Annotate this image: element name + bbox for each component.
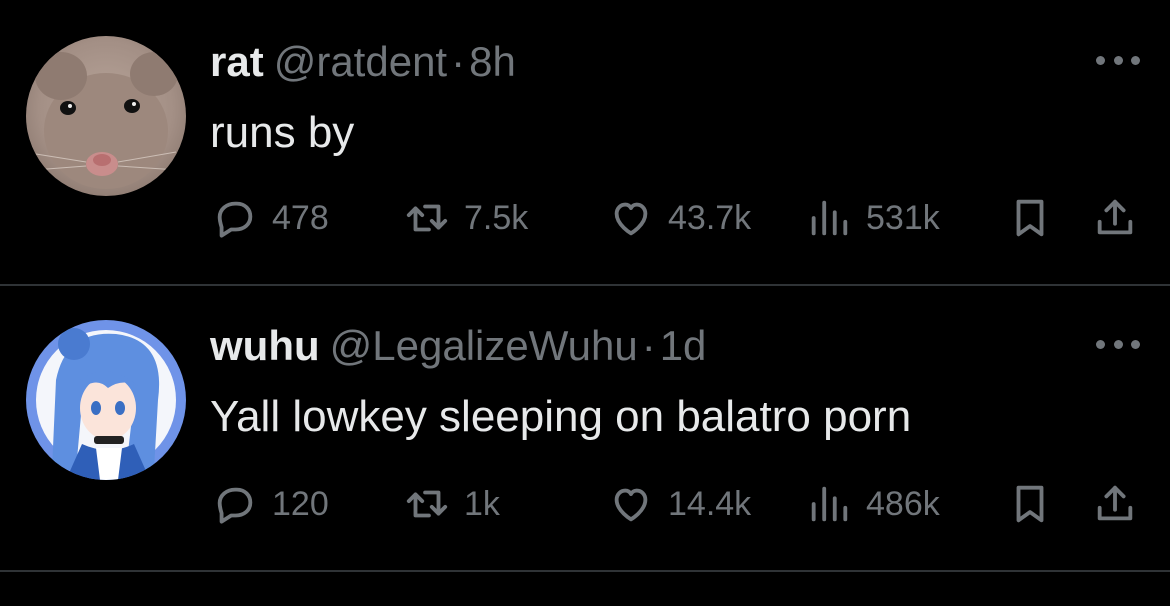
retweet-button[interactable]: 7.5k: [404, 193, 528, 243]
avatar[interactable]: [26, 320, 186, 480]
like-icon: [614, 488, 648, 522]
separator: ·: [451, 38, 466, 85]
views-count: 486k: [866, 484, 940, 523]
like-count: 14.4k: [668, 484, 752, 523]
avatar-image-anime: [26, 320, 186, 480]
views-icon: [811, 200, 848, 236]
timestamp[interactable]: 1d: [660, 322, 707, 369]
avatar[interactable]: [26, 36, 186, 196]
reply-icon: [217, 487, 253, 524]
bookmark-icon: [1016, 199, 1044, 237]
views-icon: [811, 486, 848, 522]
display-name[interactable]: wuhu: [210, 322, 320, 369]
user-handle[interactable]: @ratdent: [274, 38, 447, 85]
like-icon: [614, 202, 648, 236]
bookmark-button[interactable]: [1007, 193, 1053, 243]
more-icon[interactable]: [1096, 334, 1140, 354]
reply-count: 478: [272, 198, 329, 237]
action-bar: 120 1k 14.4k 486k: [212, 479, 1142, 529]
action-bar: 478 7.5k 43.7k 531k: [212, 193, 1142, 243]
tweet[interactable]: wuhu @LegalizeWuhu·1d Yall lowkey sleepin…: [0, 286, 1170, 570]
like-count: 43.7k: [668, 198, 752, 237]
share-button[interactable]: [1092, 193, 1138, 243]
reply-button[interactable]: 120: [212, 479, 329, 529]
reply-count: 120: [272, 484, 329, 523]
avatar-image-rat: [26, 36, 186, 196]
retweet-icon: [406, 490, 448, 518]
share-button[interactable]: [1092, 479, 1138, 529]
tweet-text: Yall lowkey sleeping on balatro porn: [210, 392, 912, 441]
display-name[interactable]: rat: [210, 38, 264, 85]
retweet-count: 1k: [464, 484, 500, 523]
reply-icon: [217, 201, 253, 238]
share-icon: [1097, 199, 1133, 235]
tweet-text: runs by: [210, 108, 355, 157]
views-count: 531k: [866, 198, 940, 237]
share-icon: [1097, 485, 1133, 521]
more-icon[interactable]: [1096, 50, 1140, 70]
retweet-icon: [406, 204, 448, 232]
bookmark-icon: [1016, 485, 1044, 523]
separator: ·: [641, 322, 656, 369]
views-button[interactable]: 531k: [806, 193, 940, 243]
like-button[interactable]: 14.4k: [608, 479, 751, 529]
tweet-header: wuhu @LegalizeWuhu·1d: [210, 320, 706, 372]
reply-button[interactable]: 478: [212, 193, 329, 243]
like-button[interactable]: 43.7k: [608, 193, 751, 243]
tweet[interactable]: rat @ratdent·8h runs by 478 7.5k 43.7k 53…: [0, 0, 1170, 284]
views-button[interactable]: 486k: [806, 479, 940, 529]
user-handle[interactable]: @LegalizeWuhu: [330, 322, 638, 369]
tweet-divider: [0, 570, 1170, 572]
tweet-header: rat @ratdent·8h: [210, 36, 516, 88]
timestamp[interactable]: 8h: [469, 38, 516, 85]
retweet-count: 7.5k: [464, 198, 529, 237]
retweet-button[interactable]: 1k: [404, 479, 500, 529]
bookmark-button[interactable]: [1007, 479, 1053, 529]
